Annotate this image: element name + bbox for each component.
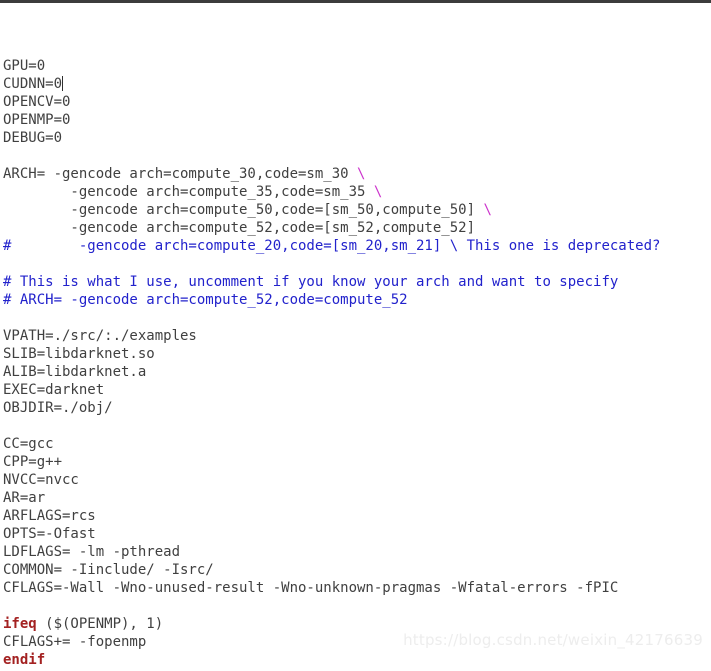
code-line[interactable]: EXEC=darknet (3, 381, 711, 399)
code-token-default: OPENMP=0 (3, 112, 71, 128)
code-token-default: DEBUG=0 (3, 130, 63, 146)
code-line[interactable]: # This is what I use, uncomment if you k… (3, 273, 711, 291)
code-line[interactable]: SLIB=libdarknet.so (3, 345, 711, 363)
code-line[interactable]: COMMON= -Iinclude/ -Isrc/ (3, 561, 711, 579)
code-text-area[interactable]: GPU=0CUDNN=0OPENCV=0OPENMP=0DEBUG=0​ARCH… (0, 3, 711, 671)
code-line[interactable]: LDFLAGS= -lm -pthread (3, 543, 711, 561)
code-token-comment: # This is what I use, uncomment if you k… (3, 274, 619, 290)
code-token-default: COMMON= -Iinclude/ -Isrc/ (3, 562, 214, 578)
code-token-default: OPTS=-Ofast (3, 526, 96, 542)
code-line[interactable]: CPP=g++ (3, 453, 711, 471)
code-line[interactable]: # ARCH= -gencode arch=compute_52,code=co… (3, 291, 711, 309)
code-token-default: ($(OPENMP), 1) (36, 616, 164, 632)
code-line[interactable]: ​ (3, 147, 711, 165)
code-line[interactable]: VPATH=./src/:./examples (3, 327, 711, 345)
code-token-default: -gencode arch=compute_52,code=[sm_52,com… (3, 220, 476, 236)
code-token-default: SLIB=libdarknet.so (3, 346, 155, 362)
code-line[interactable]: ​ (3, 417, 711, 435)
code-token-cont: \ (483, 202, 492, 218)
code-token-default: CC=gcc (3, 436, 54, 452)
code-token-default: OBJDIR=./obj/ (3, 400, 113, 416)
csdn-blog-watermark: https://blog.csdn.net/weixin_42176639 (403, 631, 703, 649)
code-token-default: CFLAGS=-Wall -Wno-unused-result -Wno-unk… (3, 580, 619, 596)
code-line[interactable]: CFLAGS=-Wall -Wno-unused-result -Wno-unk… (3, 579, 711, 597)
code-editor-viewport[interactable]: GPU=0CUDNN=0OPENCV=0OPENMP=0DEBUG=0​ARCH… (0, 0, 711, 671)
code-token-default: ALIB=libdarknet.a (3, 364, 147, 380)
code-token-default: ARFLAGS=rcs (3, 508, 96, 524)
code-token-comment: # ARCH= -gencode arch=compute_52,code=co… (3, 292, 408, 308)
code-token-default: CPP=g++ (3, 454, 63, 470)
code-line[interactable]: -gencode arch=compute_50,code=[sm_50,com… (3, 201, 711, 219)
code-line[interactable]: OPENCV=0 (3, 93, 711, 111)
code-line[interactable]: GPU=0 (3, 57, 711, 75)
code-token-cont: \ (373, 184, 383, 200)
code-line[interactable]: endif (3, 651, 711, 669)
code-token-comment: # -gencode arch=compute_20,code=[sm_20,s… (3, 238, 661, 254)
code-token-default: CUDNN=0 (3, 76, 63, 92)
code-token-default: OPENCV=0 (3, 94, 71, 110)
code-line[interactable]: ALIB=libdarknet.a (3, 363, 711, 381)
code-line[interactable]: ARCH= -gencode arch=compute_30,code=sm_3… (3, 165, 711, 183)
code-token-cont: \ (357, 166, 366, 182)
code-line[interactable]: OBJDIR=./obj/ (3, 399, 711, 417)
code-line[interactable]: ARFLAGS=rcs (3, 507, 711, 525)
code-token-default: -gencode arch=compute_50,code=[sm_50,com… (3, 202, 484, 218)
code-token-default: VPATH=./src/:./examples (3, 328, 197, 344)
code-token-default: -gencode arch=compute_35,code=sm_35 (3, 184, 374, 200)
code-line[interactable]: # -gencode arch=compute_20,code=[sm_20,s… (3, 237, 711, 255)
code-token-keyword: ifeq (3, 616, 37, 632)
code-token-default: GPU=0 (3, 58, 46, 74)
code-line[interactable]: -gencode arch=compute_52,code=[sm_52,com… (3, 219, 711, 237)
code-line[interactable]: ​ (3, 309, 711, 327)
code-line[interactable]: OPTS=-Ofast (3, 525, 711, 543)
code-token-default: LDFLAGS= -lm -pthread (3, 544, 181, 560)
code-line[interactable]: CC=gcc (3, 435, 711, 453)
code-line[interactable]: CUDNN=0 (3, 75, 711, 93)
code-line[interactable]: ​ (3, 255, 711, 273)
code-token-default: CFLAGS+= -fopenmp (3, 634, 147, 650)
code-line[interactable]: -gencode arch=compute_35,code=sm_35 \ (3, 183, 711, 201)
code-token-default: NVCC=nvcc (3, 472, 79, 488)
code-token-default: EXEC=darknet (3, 382, 105, 398)
code-token-default: ARCH= -gencode arch=compute_30,code=sm_3… (3, 166, 358, 182)
text-cursor-caret (62, 76, 64, 91)
code-token-default: AR=ar (3, 490, 46, 506)
code-line[interactable]: AR=ar (3, 489, 711, 507)
code-token-keyword: endif (3, 652, 46, 668)
code-line[interactable]: NVCC=nvcc (3, 471, 711, 489)
code-line[interactable]: DEBUG=0 (3, 129, 711, 147)
code-line[interactable]: OPENMP=0 (3, 111, 711, 129)
code-line[interactable]: ​ (3, 597, 711, 615)
